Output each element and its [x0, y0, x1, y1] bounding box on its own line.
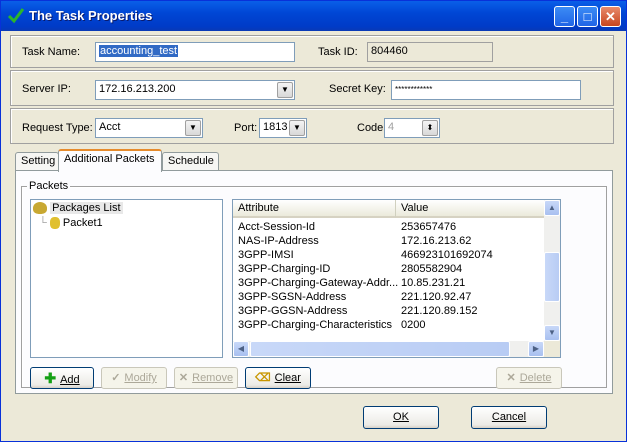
code-label: Code: — [357, 122, 387, 134]
code-value: 4 — [388, 121, 395, 133]
tree-item-packet1[interactable]: └ Packet1 — [39, 217, 103, 230]
tab-setting[interactable]: Setting — [15, 152, 59, 171]
column-header-value[interactable]: Value — [396, 200, 546, 218]
cancel-label: Cancel — [491, 411, 527, 423]
value-cell: 10.85.231.21 — [401, 277, 466, 289]
cancel-button[interactable]: Cancel — [471, 406, 547, 429]
remove-label: Remove — [192, 372, 234, 384]
attribute-cell: 3GPP-Charging-Characteristics — [238, 319, 393, 331]
attribute-cell: 3GPP-GGSN-Address — [238, 305, 348, 317]
maximize-button[interactable]: □ — [577, 6, 598, 27]
tree-child-label: Packet1 — [62, 217, 103, 229]
packet-icon — [49, 217, 60, 230]
tree-connector: └ — [39, 217, 47, 229]
checkmark-icon — [7, 8, 25, 24]
x-icon: ✕ — [178, 372, 189, 384]
dropdown-arrow-icon[interactable]: ▼ — [185, 120, 201, 136]
add-button[interactable]: ✚ Add — [30, 367, 94, 389]
delete-button[interactable]: ✕ Delete — [496, 367, 562, 389]
scroll-up-icon[interactable]: ▲ — [544, 200, 560, 216]
server-ip-label: Server IP: — [22, 83, 71, 95]
tab-schedule[interactable]: Schedule — [162, 152, 219, 171]
dropdown-arrow-icon[interactable]: ▼ — [289, 120, 305, 136]
modify-button[interactable]: ✓ Modify — [101, 367, 167, 389]
request-type-label: Request Type: — [22, 122, 93, 134]
clear-label: Clear — [274, 372, 301, 384]
close-button[interactable]: ✕ — [600, 6, 621, 27]
clear-button[interactable]: ⌫ Clear — [245, 367, 311, 389]
scroll-left-icon[interactable]: ◀ — [233, 341, 249, 357]
packets-group: Packets Packages List └ Packet1 Attribut… — [21, 180, 607, 389]
request-type-combo[interactable]: Acct ▼ — [95, 118, 203, 138]
spin-arrows-icon[interactable]: ⬍ — [422, 120, 438, 136]
attribute-cell: 3GPP-SGSN-Address — [238, 291, 347, 303]
task-name-label: Task Name: — [22, 46, 81, 58]
port-label: Port: — [234, 122, 258, 134]
additional-packets-panel: Packets Packages List └ Packet1 Attribut… — [15, 170, 613, 394]
task-name-input[interactable]: accounting_test — [95, 42, 295, 62]
value-cell: 253657476 — [401, 221, 457, 233]
horizontal-scrollbar[interactable]: ◀ ▶ — [233, 341, 544, 357]
attribute-cell: NAS-IP-Address — [238, 235, 319, 247]
attribute-cell: 3GPP-Charging-ID — [238, 263, 331, 275]
window-title: The Task Properties — [29, 8, 153, 23]
value-cell: 0200 — [401, 319, 426, 331]
package-icon — [33, 202, 47, 215]
minimize-button[interactable]: _ — [554, 6, 575, 27]
vertical-scroll-thumb[interactable] — [544, 252, 560, 302]
dropdown-arrow-icon[interactable]: ▼ — [277, 82, 293, 98]
code-spinner[interactable]: 4 ⬍ — [384, 118, 440, 138]
server-ip-combo[interactable]: 172.16.213.200 ▼ — [95, 80, 295, 100]
ok-label: OK — [393, 411, 409, 423]
scroll-down-icon[interactable]: ▼ — [544, 325, 560, 341]
task-id-label: Task ID: — [318, 46, 358, 58]
plus-icon: ✚ — [44, 370, 57, 386]
x-icon: ✕ — [506, 372, 516, 384]
ok-button[interactable]: OK — [363, 406, 439, 429]
attribute-list[interactable]: Attribute Value Acct-Session-Id 253657476… — [232, 199, 561, 358]
remove-button[interactable]: ✕ Remove — [174, 367, 238, 389]
horizontal-scroll-thumb[interactable] — [250, 341, 510, 357]
value-cell: 172.16.213.62 — [401, 235, 472, 247]
attribute-cell: Acct-Session-Id — [238, 221, 316, 233]
task-properties-window: The Task Properties _ □ ✕ Task Name: acc… — [0, 0, 627, 442]
add-label: Add — [60, 374, 80, 386]
request-type-value: Acct — [99, 121, 121, 133]
vertical-scrollbar[interactable]: ▲ ▼ — [544, 200, 560, 341]
request-group: Request Type: Acct ▼ Port: 1813 ▼ Code: … — [10, 108, 614, 144]
delete-label: Delete — [519, 372, 552, 384]
eraser-icon: ⌫ — [255, 372, 271, 384]
server-ip-value: 172.16.213.200 — [99, 83, 176, 95]
tab-additional-packets[interactable]: Additional Packets — [58, 149, 162, 172]
value-cell: 466923101692074 — [401, 249, 493, 261]
secret-key-label: Secret Key: — [329, 83, 386, 95]
scroll-right-icon[interactable]: ▶ — [528, 341, 544, 357]
attribute-cell: 3GPP-IMSI — [238, 249, 294, 261]
task-group: Task Name: accounting_test Task ID: 8044… — [10, 35, 614, 68]
port-combo[interactable]: 1813 ▼ — [259, 118, 307, 138]
dialog-body: Task Name: accounting_test Task ID: 8044… — [5, 31, 622, 439]
attribute-cell: 3GPP-Charging-Gateway-Addr... — [238, 277, 399, 289]
server-group: Server IP: 172.16.213.200 ▼ Secret Key: … — [10, 70, 614, 106]
title-bar[interactable]: The Task Properties _ □ ✕ — [1, 1, 626, 31]
task-id-field: 804460 — [367, 42, 493, 62]
column-header-attribute[interactable]: Attribute — [233, 200, 396, 218]
value-cell: 221.120.89.152 — [401, 305, 478, 317]
packages-tree[interactable]: Packages List └ Packet1 — [30, 199, 223, 358]
checkmark-icon: ✓ — [111, 372, 121, 384]
secret-key-input[interactable]: ************ — [391, 80, 581, 100]
value-cell: 2805582904 — [401, 263, 463, 275]
scroll-corner — [544, 341, 560, 357]
tree-root[interactable]: Packages List — [33, 202, 123, 215]
modify-label: Modify — [124, 372, 157, 384]
tree-root-label: Packages List — [50, 202, 123, 214]
value-cell: 221.120.92.47 — [401, 291, 472, 303]
packets-group-label: Packets — [27, 180, 71, 192]
port-value: 1813 — [263, 121, 288, 133]
